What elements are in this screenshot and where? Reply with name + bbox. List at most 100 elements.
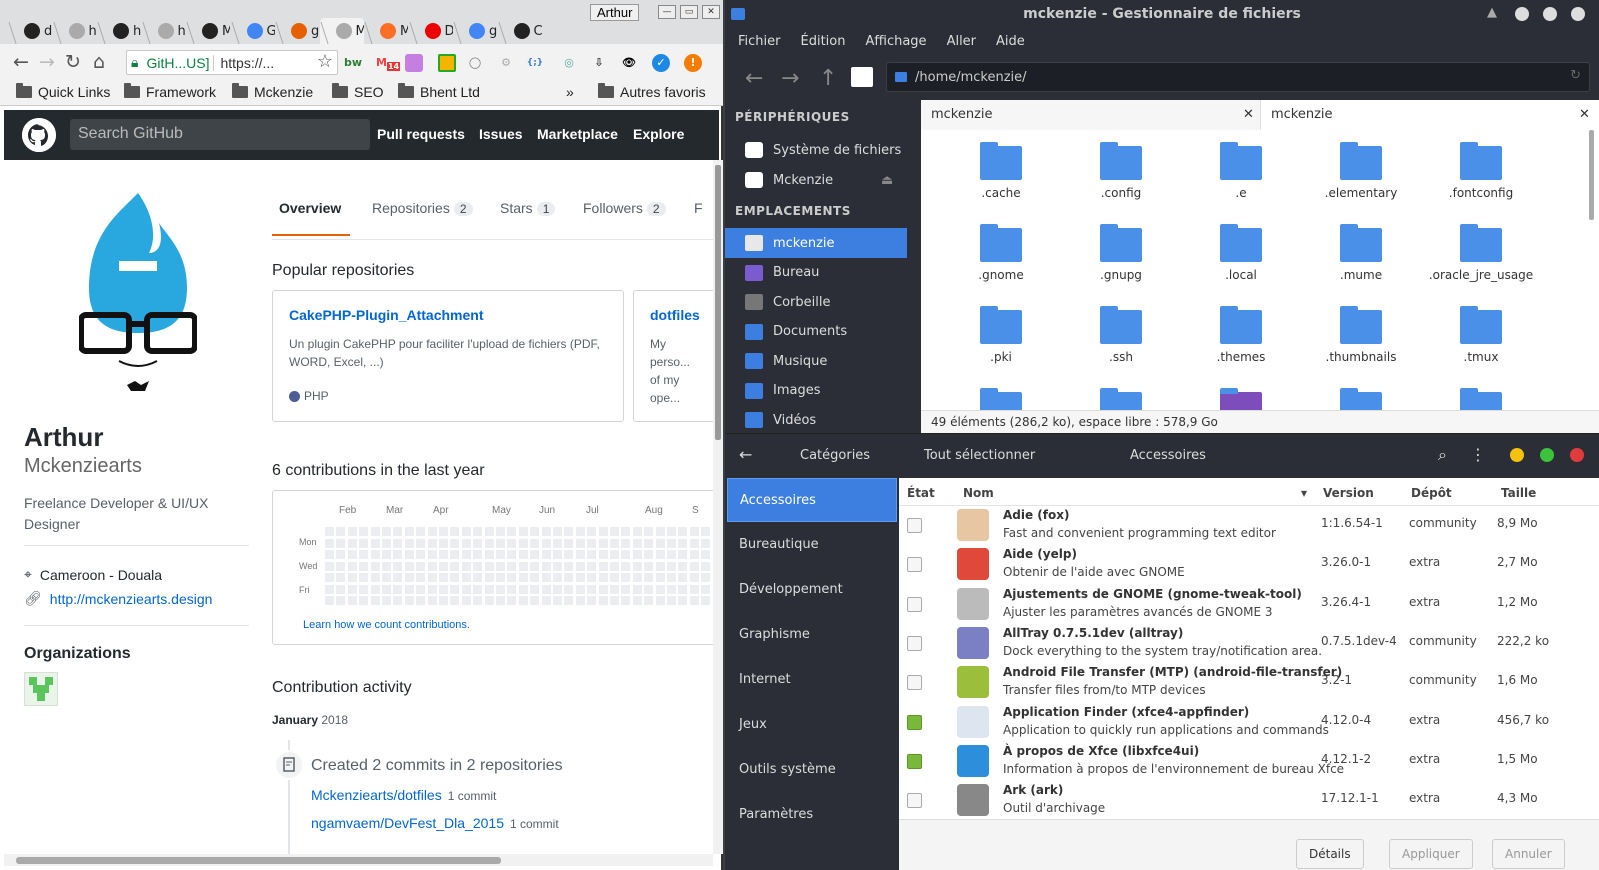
contribution-day[interactable]	[632, 550, 642, 559]
contribution-day[interactable]	[336, 527, 346, 536]
contribution-day[interactable]	[461, 527, 471, 536]
column-size[interactable]: Taille	[1501, 486, 1536, 500]
tab-following[interactable]: F	[694, 200, 703, 216]
contribution-day[interactable]	[678, 596, 688, 605]
contribution-day[interactable]	[496, 584, 505, 594]
browser-tab[interactable]: d	[8, 18, 52, 44]
category-item[interactable]: Graphisme	[727, 613, 897, 657]
contribution-day[interactable]	[416, 584, 426, 594]
install-checkbox[interactable]	[907, 675, 922, 691]
folder-item[interactable]: .ssh	[1061, 294, 1181, 374]
contribution-day[interactable]	[530, 561, 540, 571]
contribution-day[interactable]	[598, 538, 608, 548]
contribution-day[interactable]	[404, 561, 414, 571]
contribution-day[interactable]	[598, 561, 608, 571]
contribution-day[interactable]	[689, 584, 699, 594]
browser-tab[interactable]: C	[498, 18, 542, 44]
contribution-day[interactable]	[621, 596, 631, 605]
contribution-day[interactable]	[655, 550, 665, 559]
browser-tab[interactable]: g	[453, 18, 497, 44]
bookmark-bhent[interactable]: Bhent Ltd	[398, 83, 480, 100]
tab-repositories[interactable]: Repositories 2	[372, 200, 473, 216]
browser-tab[interactable]: M	[186, 18, 230, 44]
eye-extension-icon[interactable]: 👁︎	[620, 54, 638, 72]
install-checkbox[interactable]	[907, 518, 922, 533]
contribution-day[interactable]	[393, 573, 403, 582]
contribution-day[interactable]	[484, 561, 494, 571]
contribution-day[interactable]	[610, 538, 619, 548]
contribution-day[interactable]	[564, 561, 574, 571]
contribution-day[interactable]	[655, 584, 665, 594]
column-version[interactable]: Version	[1323, 486, 1374, 500]
contribution-day[interactable]	[484, 538, 494, 548]
tab-stars[interactable]: Stars 1	[500, 200, 556, 216]
contribution-day[interactable]	[393, 596, 403, 605]
menu-fichier[interactable]: Fichier	[725, 28, 788, 56]
alert-extension-icon[interactable]: !	[684, 54, 702, 72]
contribution-day[interactable]	[564, 596, 574, 605]
contribution-day[interactable]	[359, 573, 369, 582]
contribution-day[interactable]	[541, 573, 551, 582]
contribution-day[interactable]	[621, 538, 631, 548]
contribution-day[interactable]	[541, 596, 551, 605]
folder-item[interactable]: .e	[1181, 130, 1301, 210]
contribution-day[interactable]	[439, 596, 448, 605]
wave-extension-icon[interactable]: ◎	[560, 54, 578, 72]
contribution-day[interactable]	[450, 596, 460, 605]
contribution-day[interactable]	[701, 561, 711, 571]
maximize-button[interactable]	[1540, 448, 1554, 462]
contribution-day[interactable]	[496, 596, 505, 605]
contribution-day[interactable]	[416, 538, 426, 548]
close-window-button[interactable]: ✕	[702, 5, 720, 19]
minimize-button[interactable]: —	[658, 5, 676, 19]
download-extension-icon[interactable]: ⇩	[590, 54, 608, 72]
contribution-day[interactable]	[701, 584, 711, 594]
contribution-day[interactable]	[473, 550, 483, 559]
contribution-day[interactable]	[667, 538, 676, 548]
contribution-day[interactable]	[518, 561, 528, 571]
contribution-day[interactable]	[473, 527, 483, 536]
contribution-day[interactable]	[541, 561, 551, 571]
install-checkbox[interactable]	[907, 793, 922, 809]
contribution-day[interactable]	[450, 573, 460, 582]
horizontal-scroll-thumb[interactable]	[16, 857, 501, 864]
contribution-day[interactable]	[621, 527, 631, 536]
contribution-day[interactable]	[461, 596, 471, 605]
contribution-day[interactable]	[439, 573, 448, 582]
menu-aide[interactable]: Aide	[983, 28, 1032, 56]
folder-item[interactable]: .fontconfig	[1421, 130, 1541, 210]
circle-extension-icon[interactable]: ◯	[466, 54, 484, 72]
contribution-day[interactable]	[575, 550, 585, 559]
contribution-day[interactable]	[644, 527, 654, 536]
website-link[interactable]: http://mckenziearts.design	[50, 591, 213, 607]
close-button[interactable]	[1571, 7, 1585, 21]
vertical-scroll-thumb[interactable]	[715, 165, 721, 440]
contribution-day[interactable]	[621, 550, 631, 559]
install-checkbox[interactable]	[907, 714, 922, 730]
contribution-day[interactable]	[564, 538, 574, 548]
contribution-day[interactable]	[325, 584, 334, 594]
contribution-day[interactable]	[496, 561, 505, 571]
forward-icon[interactable]: →	[34, 49, 60, 75]
category-item[interactable]: Bureautique	[727, 523, 897, 567]
browser-tab[interactable]: G	[231, 18, 275, 44]
back-icon[interactable]: ←	[739, 445, 752, 464]
bookmark-seo[interactable]: SEO	[332, 83, 384, 100]
contribution-day[interactable]	[416, 527, 426, 536]
contribution-day[interactable]	[587, 584, 597, 594]
categories-button[interactable]: Catégories	[800, 448, 870, 463]
contribution-day[interactable]	[507, 561, 517, 571]
package-row[interactable]: AllTray 0.7.5.1dev (alltray) Dock everyth…	[899, 624, 1599, 663]
contribution-day[interactable]	[530, 573, 540, 582]
contribution-day[interactable]	[610, 596, 619, 605]
contribution-day[interactable]	[632, 584, 642, 594]
package-row[interactable]: Ajustements de GNOME (gnome-tweak-tool) A…	[899, 585, 1599, 624]
contribution-day[interactable]	[541, 550, 551, 559]
minimize-button[interactable]	[1515, 7, 1529, 21]
sidebar-item-mckenzie[interactable]: mckenzie	[725, 228, 907, 258]
back-icon[interactable]: ←	[8, 49, 34, 75]
contribution-day[interactable]	[336, 550, 346, 559]
sidebar-item-filesystem[interactable]: Système de fichiers	[725, 135, 907, 165]
category-item[interactable]: Développement	[727, 568, 897, 612]
package-row[interactable]: Android File Transfer (MTP) (android-fil…	[899, 663, 1599, 702]
